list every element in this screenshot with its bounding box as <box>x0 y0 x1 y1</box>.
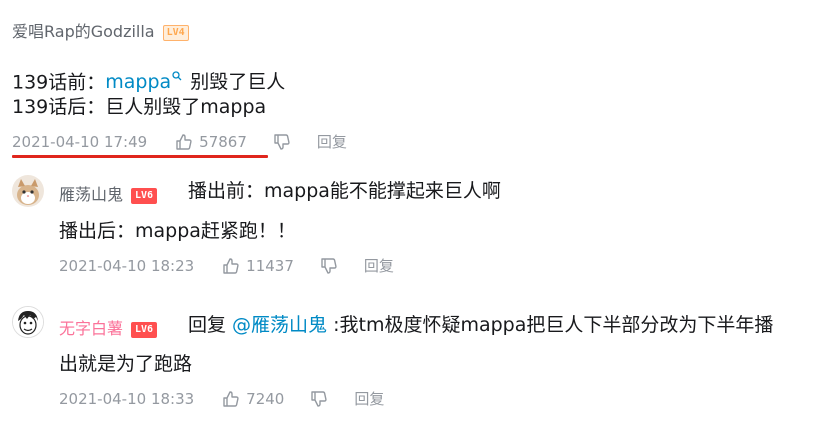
comment-time: 2021-04-10 18:23 <box>59 256 195 275</box>
avatar[interactable] <box>12 306 44 338</box>
thumbs-up-icon <box>223 257 239 274</box>
like-button[interactable]: 57867 <box>175 133 247 151</box>
reply-line-2: 播出后：mappa赶紧跑！！ <box>59 220 296 242</box>
avatar[interactable] <box>12 175 44 207</box>
level-badge: LV6 <box>131 187 158 204</box>
reply-username[interactable]: 雁荡山鬼 <box>59 185 123 204</box>
thumbs-up-icon <box>176 133 192 150</box>
main-comment-username-row: 爱唱Rap的Godzilla LV4 <box>12 18 189 42</box>
comment-text: 别毁了巨人 <box>190 71 286 94</box>
thumbs-down-icon <box>321 257 337 274</box>
thumbs-up-icon <box>223 390 239 407</box>
like-button[interactable]: 7240 <box>222 390 284 408</box>
search-icon <box>172 63 182 87</box>
reply-line-1: 播出前：mappa能不能撑起来巨人啊 <box>188 180 501 202</box>
main-comment-username[interactable]: 爱唱Rap的Godzilla <box>12 22 155 41</box>
thumbs-down-icon <box>311 390 327 407</box>
reply-line-2: 出就是为了跑路 <box>59 353 193 375</box>
like-count: 7240 <box>246 389 285 408</box>
red-underline-annotation <box>12 155 268 158</box>
like-count: 57867 <box>199 132 247 151</box>
dislike-button[interactable] <box>273 133 291 151</box>
comment-time: 2021-04-10 17:49 <box>12 132 148 151</box>
reply-username-row: 雁荡山鬼 LV6 <box>59 181 158 205</box>
main-comment-line-2: 139话后：巨人别毁了mappa <box>12 96 267 118</box>
mention-link[interactable]: @雁荡山鬼 <box>232 314 327 336</box>
like-button[interactable]: 11437 <box>222 257 294 275</box>
level-badge: LV6 <box>131 321 158 338</box>
comment-time: 2021-04-10 18:33 <box>59 389 195 408</box>
thumbs-down-icon <box>274 133 290 150</box>
search-keyword-link[interactable]: mappa <box>105 71 182 93</box>
reply-button[interactable]: 回复 <box>317 131 347 152</box>
reply-button[interactable]: 回复 <box>354 388 384 409</box>
reply-button[interactable]: 回复 <box>364 255 394 276</box>
reply-username-row: 无字白薯 LV6 <box>59 315 158 339</box>
reply-meta: 2021-04-10 18:33 7240 回复 <box>59 388 384 409</box>
dislike-button[interactable] <box>320 257 338 275</box>
main-comment-meta: 2021-04-10 17:49 57867 回复 <box>12 131 347 152</box>
comment-text: :我tm极度怀疑mappa把巨人下半部分改为下半年播 <box>327 314 774 336</box>
comment-text: 139话前： <box>12 71 106 94</box>
reply-line-1: 回复 @雁荡山鬼 :我tm极度怀疑mappa把巨人下半部分改为下半年播 <box>188 313 773 337</box>
level-badge: LV4 <box>162 24 189 41</box>
main-comment-line-1: 139话前：mappa 别毁了巨人 <box>12 63 285 94</box>
like-count: 11437 <box>246 256 294 275</box>
reply-prefix: 回复 <box>188 314 233 336</box>
reply-username[interactable]: 无字白薯 <box>59 319 123 338</box>
reply-meta: 2021-04-10 18:23 11437 回复 <box>59 255 394 276</box>
dislike-button[interactable] <box>310 390 328 408</box>
